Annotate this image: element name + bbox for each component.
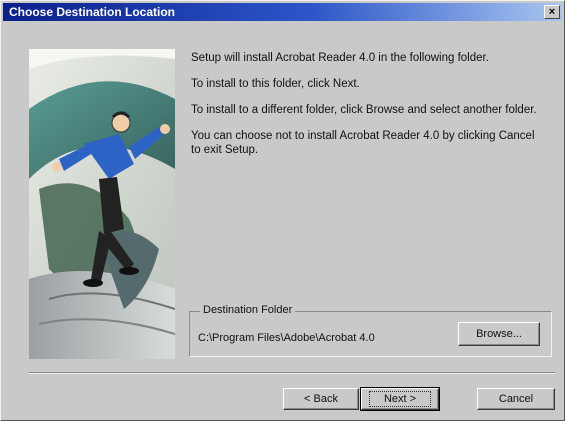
acrobat-man-illustration [29,49,175,359]
destination-path: C:\Program Files\Adobe\Acrobat 4.0 [198,332,375,344]
window-title: Choose Destination Location [9,5,176,19]
separator-line [29,372,555,374]
close-button[interactable]: × [544,5,560,19]
setup-dialog: Choose Destination Location × Setup will… [0,0,565,421]
instruction-install-folder: Setup will install Acrobat Reader 4.0 in… [191,52,489,64]
close-icon: × [548,6,556,18]
destination-folder-label: Destination Folder [200,304,296,316]
browse-button[interactable]: Browse... [458,322,540,346]
illustration-graphic [29,49,175,359]
instruction-click-next: To install to this folder, click Next. [191,78,360,90]
cancel-button[interactable]: Cancel [477,388,555,410]
back-button[interactable]: < Back [283,388,359,410]
instructions: Setup will install Acrobat Reader 4.0 in… [191,51,543,169]
title-bar[interactable]: Choose Destination Location × [3,3,562,21]
next-button-label: Next > [368,391,432,407]
next-button[interactable]: Next > [360,387,440,411]
destination-folder-group: Destination Folder C:\Program Files\Adob… [189,304,552,357]
instruction-click-browse: To install to a different folder, click … [191,104,537,116]
instruction-cancel: You can choose not to install Acrobat Re… [191,130,535,156]
